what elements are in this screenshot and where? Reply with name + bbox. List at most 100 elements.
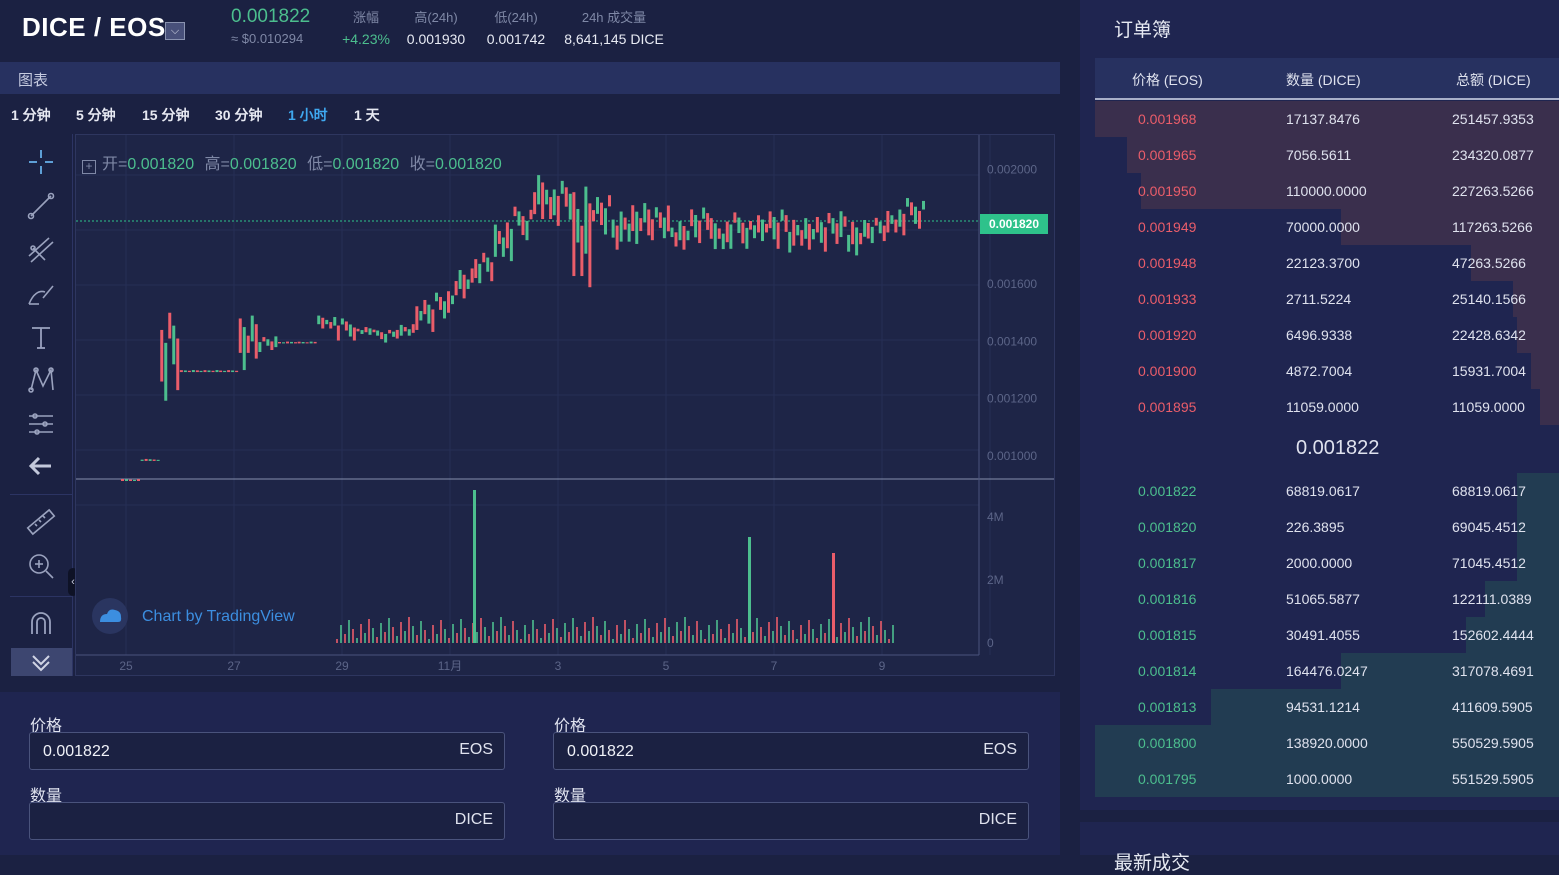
volume-bar [612, 639, 614, 643]
volume-bar [640, 633, 642, 643]
bid-row[interactable]: 0.001795 1000.0000 551529.5905 [1095, 761, 1559, 797]
interval-30m[interactable]: 30 分钟 [215, 105, 262, 125]
trendline-icon[interactable] [23, 188, 59, 224]
stat-change: 涨幅 +4.23% [336, 7, 396, 47]
volume-bar [780, 626, 782, 643]
ohlc-low-label: 低= [307, 156, 333, 173]
tradingview-watermark[interactable]: Chart by TradingView [142, 608, 295, 626]
candle-body [572, 192, 576, 277]
buy-amount-input[interactable]: DICE [29, 802, 505, 840]
bid-row[interactable]: 0.001817 2000.0000 71045.4512 [1095, 545, 1559, 581]
candle-body [199, 370, 203, 373]
time-tick-label: 9 [879, 659, 886, 673]
volume-bar [420, 621, 422, 643]
order-total: 411609.5905 [1452, 699, 1533, 715]
volume-bar [473, 490, 476, 643]
tradingview-logo-icon[interactable] [92, 598, 128, 634]
hide-drawings-icon[interactable] [11, 648, 72, 676]
magnet-icon[interactable] [23, 606, 59, 642]
ask-row[interactable]: 0.001968 17137.8476 251457.9353 [1095, 101, 1559, 137]
ask-row[interactable]: 0.001933 2711.5224 25140.1566 [1095, 281, 1559, 317]
pattern-icon[interactable] [23, 362, 59, 398]
ask-row[interactable]: 0.001895 11059.0000 11059.0000 [1095, 389, 1559, 425]
ask-row[interactable]: 0.001949 70000.0000 117263.5266 [1095, 209, 1559, 245]
candle-body [847, 234, 851, 252]
ruler-icon[interactable] [23, 504, 59, 540]
volume-bar [660, 632, 662, 643]
chart-canvas: 0.002000 0.001600 0.001400 0.001200 0.001000… [76, 135, 1054, 673]
ask-row[interactable]: 0.001920 6496.9338 22428.6342 [1095, 317, 1559, 353]
volume-bar [876, 635, 878, 643]
candle-body [800, 230, 804, 246]
stat-value: +4.23% [342, 31, 390, 47]
buy-price-input[interactable]: 0.001822 EOS [29, 732, 505, 770]
interval-1d[interactable]: 1 天 [354, 105, 380, 125]
zoom-in-icon[interactable] [23, 548, 59, 584]
depth-bar [1531, 353, 1559, 389]
candle-body [262, 337, 266, 342]
back-arrow-icon[interactable] [23, 448, 59, 484]
candle-body [364, 327, 368, 333]
ask-row[interactable]: 0.001965 7056.5611 234320.0877 [1095, 137, 1559, 173]
candle-body [533, 192, 537, 215]
pitchfork-icon[interactable] [23, 232, 59, 268]
fib-icon[interactable] [23, 406, 59, 442]
brush-icon[interactable] [23, 276, 59, 312]
price-tick-label: 0.001000 [987, 449, 1037, 463]
price-chart[interactable]: 0.002000 0.001600 0.001400 0.001200 0.001000… [75, 134, 1055, 676]
candle-body [309, 341, 313, 344]
interval-15m[interactable]: 15 分钟 [142, 105, 189, 125]
order-book-header: 价格 (EOS) 数量 (DICE) 总额 (DICE) [1095, 58, 1559, 100]
volume-bar [360, 624, 362, 643]
candle-body [529, 209, 533, 220]
ask-row[interactable]: 0.001950 110000.0000 227263.5266 [1095, 173, 1559, 209]
bid-row[interactable]: 0.001815 30491.4055 152602.4444 [1095, 617, 1559, 653]
sell-price-unit: EOS [983, 741, 1017, 758]
ask-row[interactable]: 0.001948 22123.3700 47263.5266 [1095, 245, 1559, 281]
candle-body [423, 299, 427, 315]
volume-bar [348, 620, 350, 643]
candle-body [439, 296, 442, 310]
sell-price-input[interactable]: 0.001822 EOS [553, 732, 1029, 770]
stat-label: 高(24h) [414, 10, 458, 25]
pair-dropdown-button[interactable]: ⌵ [165, 22, 185, 40]
candle-body [608, 195, 611, 207]
legend-toggle-icon[interactable]: + [82, 160, 96, 174]
bid-row[interactable]: 0.001822 68819.0617 68819.0617 [1095, 473, 1559, 509]
bid-row[interactable]: 0.001814 164476.0247 317078.4691 [1095, 653, 1559, 689]
volume-bar [832, 553, 835, 643]
candle-body [176, 338, 180, 391]
order-amount: 2711.5224 [1286, 291, 1352, 307]
candle-body [368, 328, 372, 335]
text-icon[interactable] [23, 320, 59, 356]
candle-body [615, 225, 619, 250]
ohlc-open: 0.001820 [127, 156, 195, 173]
bid-row[interactable]: 0.001800 138920.0000 550529.5905 [1095, 725, 1559, 761]
ohlc-high: 0.001820 [229, 156, 297, 173]
candle-body [918, 210, 921, 229]
candle-body [466, 279, 470, 289]
interval-1m[interactable]: 1 分钟 [11, 105, 51, 125]
bid-row[interactable]: 0.001820 226.3895 69045.4512 [1095, 509, 1559, 545]
interval-5m[interactable]: 5 分钟 [76, 105, 116, 125]
bid-row[interactable]: 0.001816 51065.5877 122111.0389 [1095, 581, 1559, 617]
candle-body [144, 458, 148, 461]
sell-amount-input[interactable]: DICE [553, 802, 1029, 840]
order-total: 227263.5266 [1452, 183, 1534, 199]
volume-bar [604, 621, 606, 643]
order-price: 0.001895 [1138, 399, 1197, 415]
ask-row[interactable]: 0.001900 4872.7004 15931.7004 [1095, 353, 1559, 389]
volume-bar [648, 628, 650, 643]
order-amount: 164476.0247 [1286, 663, 1368, 679]
volume-bar [740, 628, 742, 643]
bid-row[interactable]: 0.001813 94531.1214 411609.5905 [1095, 689, 1559, 725]
volume-bar [720, 629, 722, 643]
interval-1h[interactable]: 1 小时 [288, 105, 328, 125]
volume-bar [884, 630, 886, 643]
volume-bar [676, 622, 678, 643]
volume-bar [444, 629, 446, 643]
order-total: 117263.5266 [1452, 219, 1533, 235]
stat-value: 0.001930 [406, 31, 466, 47]
candle-body [890, 215, 894, 224]
crosshair-icon[interactable] [23, 144, 59, 180]
